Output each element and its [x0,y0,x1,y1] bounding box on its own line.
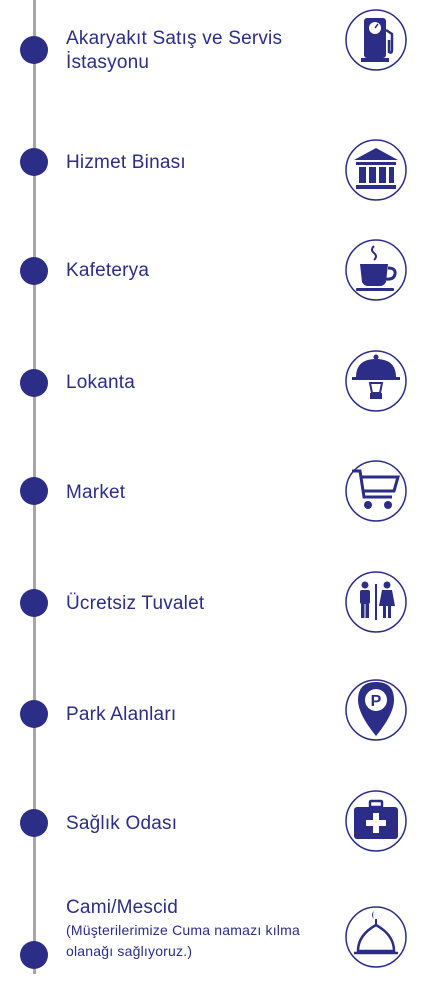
facility-label: Sağlık Odası [66,813,178,834]
facility-row-parking: Park Alanları P [0,678,425,778]
timeline-dot [20,148,48,176]
timeline-dot [20,36,48,64]
svg-text:P: P [371,693,382,710]
facility-label: Ücretsiz Tuvalet [66,593,205,614]
facility-row-cafeteria: Kafeterya [0,237,425,337]
timeline-dot [20,700,48,728]
first-aid-kit-icon [344,789,408,853]
facility-row-service-building: Hizmet Binası [0,128,425,228]
facility-row-health-room: Sağlık Odası [0,789,425,889]
coffee-cup-icon [344,238,408,302]
timeline-dot [20,941,48,969]
building-icon [344,138,408,202]
shopping-cart-icon [344,459,408,523]
timeline-dot [20,369,48,397]
facility-label: Hizmet Binası [66,152,186,173]
fuel-pump-icon [344,8,408,72]
facility-row-fuel-station: Akaryakıt Satış ve Servis İstasyonu [0,0,425,100]
facility-label: Akaryakıt Satış ve Servis İstasyonu [66,28,283,73]
timeline-dot [20,257,48,285]
facility-label: Kafeterya [66,260,150,281]
facilities-timeline: Akaryakıt Satış ve Servis İstasyonu Hizm… [0,0,425,974]
timeline-dot [20,589,48,617]
food-cloche-icon [344,349,408,413]
facility-row-restroom: Ücretsiz Tuvalet [0,570,425,670]
facility-row-mosque: Cami/Mescid (Müşterilerimize Cuma namazı… [0,885,425,985]
facility-row-restaurant: Lokanta [0,348,425,448]
timeline-dot [20,809,48,837]
facility-label: Park Alanları [66,704,177,725]
parking-pin-icon: P [344,678,408,742]
restroom-icon [344,570,408,634]
facility-label: Cami/Mescid (Müşterilerimize Cuma namazı… [66,896,325,962]
facility-label-note: (Müşterilerimize Cuma namazı kılma olana… [66,922,300,959]
timeline-dot [20,477,48,505]
facility-row-market: Market [0,459,425,559]
facility-label: Market [66,482,126,503]
facility-label-title: Cami/Mescid [66,897,178,918]
facility-label: Lokanta [66,372,136,393]
mosque-icon [344,905,408,969]
